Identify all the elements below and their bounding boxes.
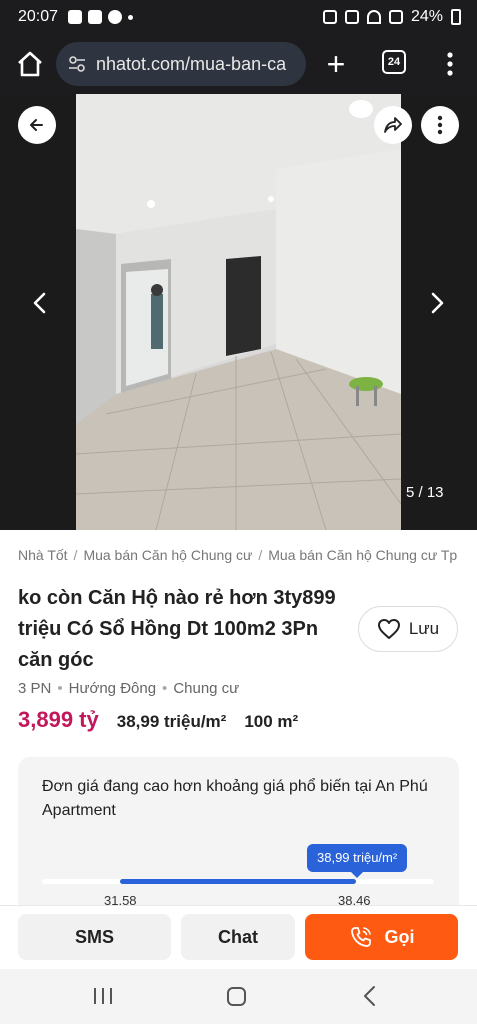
price-row: 3,899 tỷ 38,99 triệu/m² 100 m² xyxy=(18,707,298,733)
sms-button[interactable]: SMS xyxy=(18,914,171,960)
more-notifications-icon xyxy=(128,14,133,20)
chat-button[interactable]: Chat xyxy=(181,914,295,960)
mute-icon xyxy=(344,10,359,24)
breadcrumb: Nhà Tốt / Mua bán Căn hộ Chung cư / Mua … xyxy=(18,547,477,563)
recent-apps-icon[interactable] xyxy=(92,986,114,1006)
url-text: nhatot.com/mua-ban-ca xyxy=(96,53,287,74)
gallery-notification-icon xyxy=(68,10,82,24)
spec-separator: • xyxy=(162,680,168,697)
contact-action-bar: SMS Chat Gọi xyxy=(0,905,477,969)
breadcrumb-separator: / xyxy=(258,547,263,563)
listing-specs: 3 PN • Hướng Đông • Chung cư xyxy=(18,680,239,697)
price-per-m2: 38,99 triệu/m² xyxy=(116,712,227,731)
more-vertical-icon xyxy=(437,115,443,135)
price-comparison-card: Đơn giá đang cao hơn khoảng giá phổ biến… xyxy=(18,757,459,917)
address-bar[interactable]: nhatot.com/mua-ban-ca xyxy=(56,42,306,86)
previous-photo-icon[interactable] xyxy=(28,290,52,316)
listing-photo[interactable] xyxy=(76,94,401,530)
system-icons: 24% xyxy=(322,8,461,26)
site-settings-icon[interactable] xyxy=(68,55,86,73)
price-tooltip: 38,99 triệu/m² xyxy=(307,844,408,878)
spec-separator: • xyxy=(57,680,63,697)
home-nav-icon[interactable] xyxy=(227,987,246,1006)
spec-type: Chung cư xyxy=(173,680,240,697)
image-gallery[interactable]: 5 / 13 xyxy=(0,94,477,530)
status-bar: 20:07 24% xyxy=(0,0,477,36)
chat-label: Chat xyxy=(218,926,258,947)
spec-direction: Hướng Đông xyxy=(68,680,157,697)
browser-menu-icon[interactable] xyxy=(440,48,460,80)
share-button[interactable] xyxy=(374,106,412,144)
battery-level: 24% xyxy=(410,8,443,25)
signal-icon xyxy=(388,10,403,24)
sms-label: SMS xyxy=(74,926,114,947)
save-listing-button[interactable]: Lưu xyxy=(358,606,458,652)
battery-icon xyxy=(451,9,461,25)
breadcrumb-item[interactable]: Nhà Tốt xyxy=(18,547,68,563)
back-button[interactable] xyxy=(18,106,56,144)
price-range-bar xyxy=(120,879,356,884)
call-label: Gọi xyxy=(384,926,415,947)
system-navigation-bar xyxy=(0,969,477,1024)
messenger-notification-icon xyxy=(108,10,122,24)
listing-area: 100 m² xyxy=(244,712,299,731)
breadcrumb-separator: / xyxy=(73,547,78,563)
browser-toolbar: nhatot.com/mua-ban-ca + 24 xyxy=(0,36,477,94)
notification-icons xyxy=(68,10,133,24)
wifi-icon xyxy=(366,10,381,24)
listing-title: ko còn Căn Hộ nào rẻ hơn 3ty899 triệu Có… xyxy=(18,587,336,671)
share-icon xyxy=(384,117,402,133)
price-comparison-message: Đơn giá đang cao hơn khoảng giá phổ biến… xyxy=(42,778,428,819)
save-label: Lưu xyxy=(408,619,440,638)
next-photo-icon[interactable] xyxy=(425,290,449,316)
back-arrow-icon xyxy=(30,119,43,131)
more-options-button[interactable] xyxy=(421,106,459,144)
heart-icon xyxy=(377,619,400,639)
tiktok-notification-icon xyxy=(88,10,102,24)
tab-switcher-button[interactable]: 24 xyxy=(382,50,406,74)
back-nav-icon[interactable] xyxy=(362,985,378,1007)
breadcrumb-item[interactable]: Mua bán Căn hộ Chung cư Tp xyxy=(268,547,457,563)
clock: 20:07 xyxy=(18,8,59,25)
listing-price: 3,899 tỷ xyxy=(18,707,99,732)
phone-icon xyxy=(350,927,371,947)
spec-bedrooms: 3 PN xyxy=(18,680,52,697)
alarm-icon xyxy=(322,10,337,24)
photo-counter: 5 / 13 xyxy=(406,484,444,501)
breadcrumb-item[interactable]: Mua bán Căn hộ Chung cư xyxy=(83,547,252,563)
new-tab-button[interactable]: + xyxy=(318,46,354,82)
call-button[interactable]: Gọi xyxy=(305,914,458,960)
home-icon[interactable] xyxy=(14,48,46,80)
